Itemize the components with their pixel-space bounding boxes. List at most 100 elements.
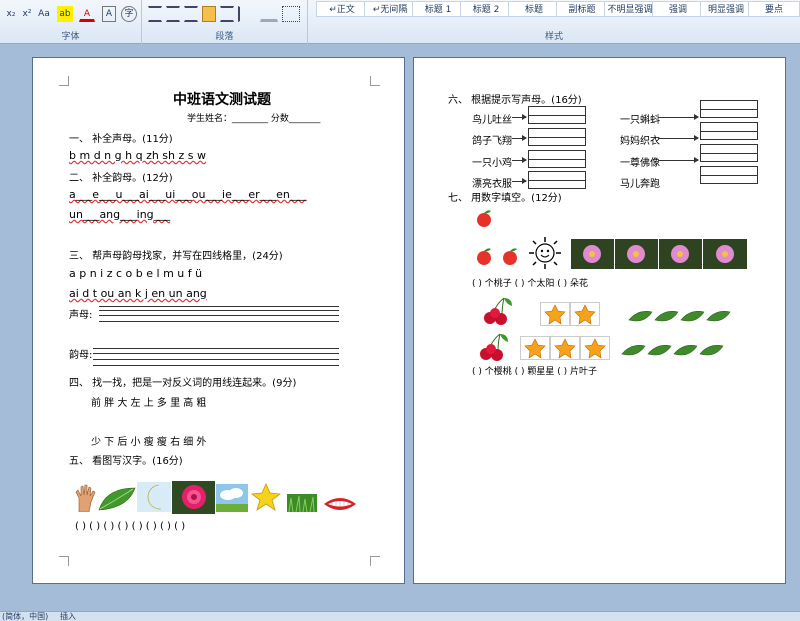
answer-box[interactable]: [528, 171, 586, 189]
corner-mark: [370, 556, 380, 566]
four-line-grid: [93, 348, 339, 349]
char-border-button[interactable]: A: [102, 6, 116, 22]
yunmu-label: 韵母:: [69, 350, 93, 361]
flowers-image: [571, 239, 747, 269]
style-emphasis[interactable]: 强调: [652, 1, 704, 17]
antonym-row-2: 少 下 后 小 瘦 瘦 右 细 外: [91, 437, 207, 448]
enclose-char-button[interactable]: 字: [121, 6, 137, 22]
answer-box[interactable]: [700, 100, 758, 118]
cherry-image: [480, 333, 508, 361]
grass-image: [287, 494, 317, 512]
hint-item-right: 一只蝌蚪: [620, 115, 660, 126]
answer-box[interactable]: [700, 166, 758, 184]
style-intense-emphasis[interactable]: 明显强调: [700, 1, 752, 17]
four-line-grid: [99, 306, 339, 307]
status-bar: (简体，中国) 插入: [0, 611, 800, 621]
count-blanks-row-2[interactable]: ( ) 个樱桃 ( ) 颗星星 ( ) 片叶子: [472, 364, 597, 377]
star-image: [540, 302, 600, 326]
page-1[interactable]: 中班语文测试题 学生姓名：________ 分数_______ 一、 补全声母。…: [32, 57, 405, 584]
arrow-icon: [658, 114, 699, 120]
hint-item-right: 一尊佛像: [620, 158, 660, 169]
subscript-button[interactable]: x₂: [3, 6, 19, 22]
style-normal[interactable]: ↵正文: [316, 1, 368, 17]
paragraph-group-label: 段落: [215, 32, 234, 42]
arrow-icon: [512, 157, 527, 163]
arrow-icon: [512, 178, 527, 184]
style-heading1[interactable]: 标题 1: [412, 1, 464, 17]
section-6-heading: 六、 根据提示写声母。(16分): [448, 95, 582, 106]
style-no-spacing[interactable]: ↵无间隔: [364, 1, 416, 17]
superscript-button[interactable]: x²: [19, 6, 35, 22]
answer-box[interactable]: [528, 128, 586, 146]
section-1-letters: b m d n g h q zh sh z s w: [69, 149, 207, 162]
four-line-grid: [99, 310, 339, 311]
four-line-grid: [99, 315, 339, 316]
four-line-grid: [93, 365, 339, 366]
shengmu-label: 声母:: [69, 310, 93, 321]
section-2-line-1: a___e___u___ai___ui___ou___ie___er___en_…: [69, 188, 307, 201]
star-image: [520, 336, 610, 360]
four-line-grid: [99, 321, 339, 322]
arrow-icon: [658, 157, 699, 163]
styles-group: ↵正文 ↵无间隔 标题 1 标题 2 标题 副标题 不明显强调 强调 明显强调 …: [308, 0, 800, 44]
distribute-icon[interactable]: [220, 6, 234, 22]
shading-icon[interactable]: [260, 6, 278, 22]
mouth-image: [324, 498, 356, 510]
insert-mode-indicator[interactable]: 插入: [60, 612, 76, 621]
corner-mark: [370, 76, 380, 86]
font-group: x₂ x² Aa ab A A 字 字体: [0, 0, 142, 44]
arrow-icon: [658, 135, 699, 141]
change-case-button[interactable]: Aa: [35, 6, 53, 22]
style-title[interactable]: 标题: [508, 1, 560, 17]
hint-item-right: 马儿奔跑: [620, 179, 660, 190]
section-2-heading: 二、 补全韵母。(12分): [69, 173, 173, 184]
justify-icon[interactable]: [202, 6, 216, 22]
answer-box[interactable]: [700, 122, 758, 140]
paragraph-group: 段落: [142, 0, 308, 44]
style-subtle-emphasis[interactable]: 不明显强调: [604, 1, 656, 17]
cloud-image: [216, 484, 248, 512]
four-line-grid: [93, 353, 339, 354]
align-center-icon[interactable]: [166, 6, 180, 22]
peach-image: [477, 210, 491, 227]
style-subtitle[interactable]: 副标题: [556, 1, 608, 17]
hand-image: [75, 484, 96, 512]
hint-item-left: 漂亮衣服: [472, 179, 512, 190]
leaves-image: [621, 345, 724, 356]
styles-group-label: 样式: [544, 32, 563, 42]
section-4-heading: 四、 找一找，把是一对反义词的用线连起来。(9分): [69, 378, 297, 389]
hint-item-right: 妈妈织衣: [620, 136, 660, 147]
align-left-icon[interactable]: [148, 6, 162, 22]
section-3-letters-2: ai d t ou an k j en un ang: [69, 287, 207, 300]
answer-box[interactable]: [700, 144, 758, 162]
cherry-image: [484, 297, 512, 325]
section-1-heading: 一、 补全声母。(11分): [69, 134, 173, 145]
borders-icon[interactable]: [282, 6, 300, 22]
language-indicator[interactable]: (简体，中国): [2, 612, 48, 621]
peach-image: [477, 248, 491, 265]
picture-answer-blanks[interactable]: ( ) ( ) ( ) ( ) ( ) ( ) ( ) ( ): [75, 521, 185, 532]
line-spacing-icon[interactable]: [238, 6, 256, 22]
arrow-icon: [512, 135, 527, 141]
answer-box[interactable]: [528, 150, 586, 168]
answer-box[interactable]: [528, 106, 586, 124]
count-blanks-row-1[interactable]: ( ) 个桃子 ( ) 个太阳 ( ) 朵花: [472, 276, 588, 289]
section-3-letters-1: a p n i z c o b e l m u f ü: [69, 267, 203, 280]
hint-item-left: 一只小鸡: [472, 158, 512, 169]
align-right-icon[interactable]: [184, 6, 198, 22]
leaf-image: [98, 487, 136, 511]
style-strong[interactable]: 要点: [748, 1, 800, 17]
peach-image: [503, 248, 517, 265]
student-info: 学生姓名：________ 分数_______: [187, 114, 321, 124]
hint-item-left: 鸽子飞翔: [472, 136, 512, 147]
font-group-label: 字体: [61, 32, 80, 42]
page-title: 中班语文测试题: [173, 92, 271, 108]
leaves-image: [628, 311, 731, 322]
arrow-icon: [512, 114, 527, 120]
ribbon: x₂ x² Aa ab A A 字 字体 段落 ↵正文 ↵无间隔 标题 1 标题…: [0, 0, 800, 44]
style-heading2[interactable]: 标题 2: [460, 1, 512, 17]
page-2[interactable]: 六、 根据提示写声母。(16分) 鸟儿吐丝 鸽子飞翔 一只小鸡 漂亮衣服 一只蝌…: [413, 57, 786, 584]
highlight-button[interactable]: ab: [57, 6, 73, 22]
font-color-button[interactable]: A: [79, 6, 95, 22]
section-7-heading: 七、 用数字填空。(12分): [448, 193, 562, 204]
